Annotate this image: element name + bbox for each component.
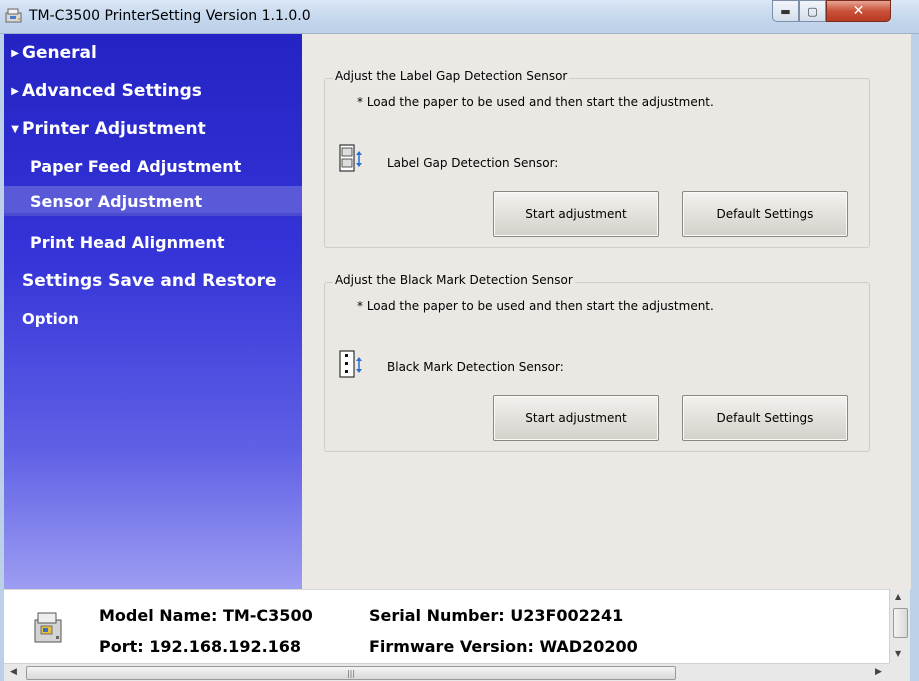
window-title: TM-C3500 PrinterSetting Version 1.1.0.0 — [29, 8, 311, 24]
sidebar-item-option[interactable]: Option — [4, 304, 302, 334]
scroll-right-icon[interactable]: ▶ — [875, 667, 882, 677]
label-gap-note: * Load the paper to be used and then sta… — [357, 95, 714, 109]
label-gap-start-adjustment-button[interactable]: Start adjustment — [493, 191, 659, 237]
maximize-button[interactable]: ▢ — [799, 0, 826, 22]
printer-app-icon — [5, 8, 22, 23]
sidebar-item-label: Option — [22, 310, 79, 328]
minimize-button[interactable]: ▬ — [772, 0, 799, 22]
close-icon: ✕ — [852, 3, 865, 19]
vertical-scrollbar[interactable]: ▲ ▼ — [889, 589, 910, 663]
expand-arrow-icon: ▶ — [11, 85, 19, 97]
printer-info-panel: Model Name: TM-C3500 Port: 192.168.192.1… — [4, 589, 889, 663]
window-controls: ▬ ▢ ✕ — [772, 0, 891, 22]
minimize-icon: ▬ — [780, 4, 791, 18]
sidebar-item-printer-adjustment[interactable]: ▼ Printer Adjustment — [4, 114, 302, 144]
sidebar-item-label: General — [22, 43, 97, 63]
sidebar-item-label: Paper Feed Adjustment — [30, 156, 242, 176]
sidebar-item-label: Advanced Settings — [22, 81, 202, 101]
horizontal-scrollbar[interactable]: ◀ ||| ▶ — [4, 663, 889, 681]
black-mark-group-title: Adjust the Black Mark Detection Sensor — [333, 273, 575, 287]
horizontal-scroll-thumb[interactable]: ||| — [26, 666, 676, 680]
label-gap-group: * Load the paper to be used and then sta… — [324, 78, 870, 248]
sidebar: ▶ General ▶ Advanced Settings ▼ Printer … — [4, 34, 302, 589]
black-mark-sensor-label: Black Mark Detection Sensor: — [387, 360, 564, 374]
printer-icon — [34, 612, 62, 643]
sidebar-item-advanced-settings[interactable]: ▶ Advanced Settings — [4, 76, 302, 106]
black-mark-note: * Load the paper to be used and then sta… — [357, 299, 714, 313]
sidebar-item-sensor-adjustment[interactable]: Sensor Adjustment — [4, 186, 302, 216]
sidebar-item-print-head-alignment[interactable]: Print Head Alignment — [4, 227, 302, 257]
label-gap-default-settings-button[interactable]: Default Settings — [682, 191, 848, 237]
port: Port: 192.168.192.168 — [99, 637, 302, 656]
sidebar-item-label: Sensor Adjustment — [30, 191, 203, 211]
expand-arrow-icon: ▶ — [11, 47, 19, 59]
black-mark-sensor-icon — [339, 350, 362, 378]
firmware-version: Firmware Version: WAD20200 — [369, 637, 638, 656]
collapse-arrow-icon: ▼ — [11, 123, 19, 135]
model-name: Model Name: TM-C3500 — [99, 606, 313, 625]
main-content: * Load the paper to be used and then sta… — [302, 34, 911, 589]
vertical-scroll-thumb[interactable] — [893, 608, 908, 638]
label-gap-sensor-icon — [339, 144, 362, 172]
black-mark-start-adjustment-button[interactable]: Start adjustment — [493, 395, 659, 441]
close-button[interactable]: ✕ — [826, 0, 891, 22]
sidebar-item-label: Settings Save and Restore — [22, 271, 277, 291]
label-gap-sensor-label: Label Gap Detection Sensor: — [387, 156, 559, 170]
black-mark-group: * Load the paper to be used and then sta… — [324, 282, 870, 452]
scroll-grip-icon: ||| — [346, 668, 356, 678]
serial-number: Serial Number: U23F002241 — [369, 606, 624, 625]
window-right-border — [911, 34, 919, 589]
sidebar-item-paper-feed-adjustment[interactable]: Paper Feed Adjustment — [4, 151, 302, 181]
scroll-down-icon[interactable]: ▼ — [895, 649, 901, 658]
scroll-left-icon[interactable]: ◀ — [10, 667, 17, 677]
black-mark-default-settings-button[interactable]: Default Settings — [682, 395, 848, 441]
sidebar-item-settings-save-restore[interactable]: Settings Save and Restore — [4, 266, 302, 296]
maximize-icon: ▢ — [807, 4, 818, 18]
scrollbar-corner — [889, 663, 910, 681]
scroll-up-icon[interactable]: ▲ — [895, 592, 901, 601]
title-bar: TM-C3500 PrinterSetting Version 1.1.0.0 … — [0, 0, 919, 34]
label-gap-group-title: Adjust the Label Gap Detection Sensor — [333, 69, 570, 83]
sidebar-item-label: Printer Adjustment — [22, 119, 206, 139]
sidebar-item-general[interactable]: ▶ General — [4, 38, 302, 68]
sidebar-item-label: Print Head Alignment — [30, 232, 225, 252]
